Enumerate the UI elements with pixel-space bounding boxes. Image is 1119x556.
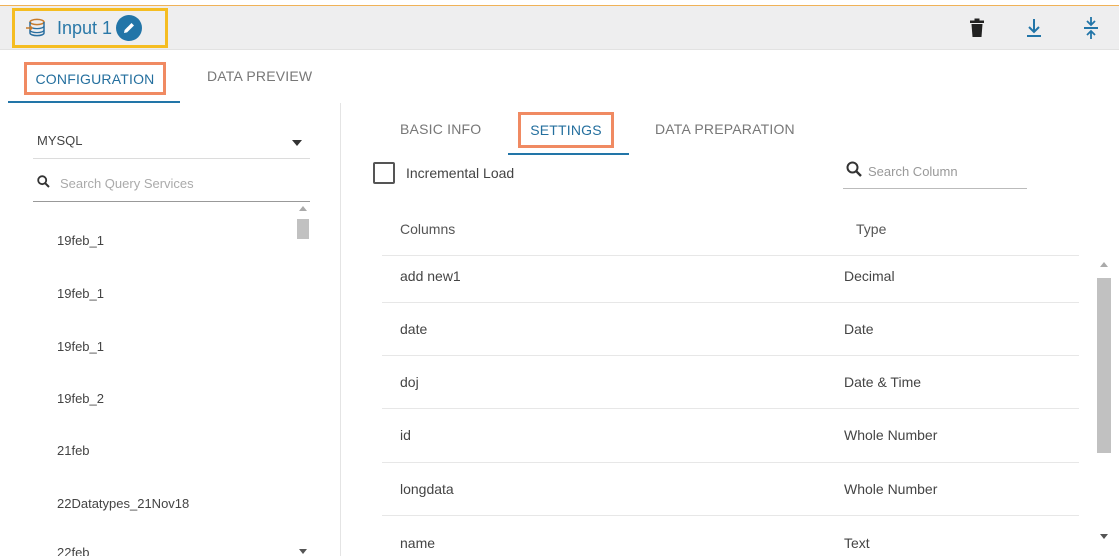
scroll-up-arrow-icon[interactable] — [299, 206, 307, 211]
tab-data-preview[interactable]: DATA PREVIEW — [207, 68, 312, 84]
incremental-load-label: Incremental Load — [406, 165, 515, 181]
column-name: longdata — [400, 481, 454, 497]
table-divider — [382, 255, 1079, 256]
source-select[interactable]: MYSQL — [33, 129, 310, 159]
search-icon — [846, 161, 862, 182]
columns-header: Columns — [400, 221, 456, 237]
scroll-down-arrow-icon[interactable] — [299, 549, 307, 554]
trash-icon[interactable] — [965, 16, 989, 40]
active-subtab-indicator — [508, 153, 629, 155]
component-title-box: Input 1 — [12, 8, 168, 48]
list-item[interactable]: 22feb — [57, 545, 90, 556]
query-service-search — [33, 166, 310, 202]
list-item[interactable]: 19feb_1 — [57, 339, 104, 354]
scroll-up-arrow-icon[interactable] — [1100, 262, 1108, 267]
tab-basic-info[interactable]: BASIC INFO — [400, 121, 481, 137]
table-divider — [382, 462, 1079, 463]
list-item[interactable]: 22Datatypes_21Nov18 — [57, 496, 189, 511]
collapse-icon[interactable] — [1079, 16, 1103, 40]
tab-data-preparation[interactable]: DATA PREPARATION — [655, 121, 795, 137]
query-service-search-input[interactable] — [60, 176, 290, 191]
table-scrollbar[interactable] — [1097, 262, 1111, 545]
chevron-down-icon — [292, 140, 302, 146]
table-divider — [382, 408, 1079, 409]
column-type[interactable]: Date & Time — [844, 374, 921, 390]
component-header: Input 1 — [0, 6, 1119, 50]
list-item[interactable]: 21feb — [57, 443, 90, 458]
column-name: name — [400, 535, 436, 551]
table-divider — [382, 355, 1079, 356]
type-header: Type — [856, 221, 887, 237]
column-search-input[interactable] — [868, 163, 1018, 179]
column-name: doj — [400, 374, 419, 390]
column-type[interactable]: Whole Number — [844, 481, 937, 497]
table-divider — [382, 515, 1079, 516]
column-name: id — [400, 427, 411, 443]
tab-settings[interactable]: SETTINGS — [518, 112, 614, 148]
database-icon — [25, 17, 47, 39]
column-name: date — [400, 321, 428, 337]
column-type[interactable]: Date — [844, 321, 874, 337]
query-services-panel: MYSQL 19feb_1 19feb_1 19feb_1 19feb_2 21… — [0, 103, 341, 556]
scroll-down-arrow-icon[interactable] — [1100, 534, 1108, 539]
column-name: add new1 — [400, 268, 461, 284]
download-icon[interactable] — [1022, 16, 1046, 40]
column-type[interactable]: Decimal — [844, 268, 895, 284]
pencil-icon[interactable] — [116, 15, 143, 41]
list-item[interactable]: 19feb_2 — [57, 391, 104, 406]
component-title: Input 1 — [57, 17, 113, 38]
column-type[interactable]: Whole Number — [844, 427, 937, 443]
list-item[interactable]: 19feb_1 — [57, 286, 104, 301]
source-select-value: MYSQL — [37, 133, 83, 148]
tab-configuration[interactable]: CONFIGURATION — [24, 62, 166, 95]
incremental-load-checkbox[interactable] — [373, 162, 395, 184]
search-icon — [37, 174, 50, 193]
list-item[interactable]: 19feb_1 — [57, 233, 104, 248]
list-scrollbar[interactable] — [296, 206, 310, 556]
column-type[interactable]: Text — [844, 535, 870, 551]
scrollbar-thumb[interactable] — [297, 219, 309, 239]
column-search — [843, 154, 1027, 189]
scrollbar-thumb[interactable] — [1097, 278, 1111, 453]
table-divider — [382, 302, 1079, 303]
